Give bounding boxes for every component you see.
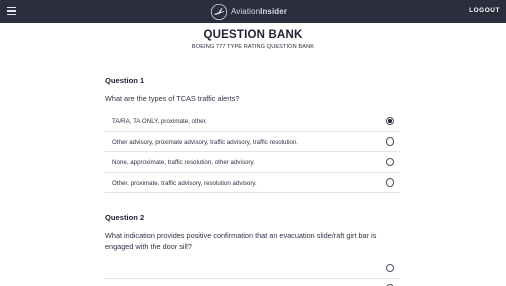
radio-unselected-icon[interactable] xyxy=(385,263,394,272)
answer-option-label: None, approximate, traffic resolution, o… xyxy=(112,159,255,166)
question-1-text: What are the types of TCAS traffic alert… xyxy=(105,94,240,103)
answer-option[interactable]: None, approximate, traffic resolution, o… xyxy=(105,152,400,173)
logo-text: AviationInsider xyxy=(231,7,288,16)
page-title: QUESTION BANK xyxy=(203,29,303,41)
logout-button[interactable]: LOGOUT xyxy=(469,7,500,14)
answer-option[interactable] xyxy=(105,279,400,286)
plane-logo-icon xyxy=(210,3,228,20)
question-1-heading: Question 1 xyxy=(105,76,145,85)
hamburger-menu-icon[interactable] xyxy=(7,7,16,15)
radio-selected-icon[interactable] xyxy=(385,116,394,125)
answer-option[interactable]: Other, proximate, traffic advisory, reso… xyxy=(105,173,400,193)
radio-unselected-icon[interactable] xyxy=(385,137,394,146)
answer-option[interactable] xyxy=(105,258,400,279)
answer-option-label: Other advisory, proximate advisory, traf… xyxy=(112,138,299,146)
answer-option[interactable]: TA/RA, TA ONLY, proximate, other. xyxy=(105,111,400,132)
question-1-options: TA/RA, TA ONLY, proximate, other. Other … xyxy=(105,111,400,193)
page-subtitle: BOEING 777 TYPE RATING QUESTION BANK xyxy=(191,44,315,50)
answer-option-label: TA/RA, TA ONLY, proximate, other. xyxy=(112,118,208,125)
question-2-text: What indication provides positive confir… xyxy=(105,231,377,251)
top-nav-bar: AviationInsider LOGOUT xyxy=(0,0,506,23)
radio-unselected-icon[interactable] xyxy=(385,157,394,166)
answer-option[interactable]: Other advisory, proximate advisory, traf… xyxy=(105,132,400,152)
radio-unselected-icon[interactable] xyxy=(385,178,394,187)
question-2-options xyxy=(105,258,400,286)
aviation-insider-logo[interactable]: AviationInsider xyxy=(210,2,287,21)
question-2-heading: Question 2 xyxy=(105,213,145,222)
answer-option-label: Other, proximate, traffic advisory, reso… xyxy=(112,179,257,187)
